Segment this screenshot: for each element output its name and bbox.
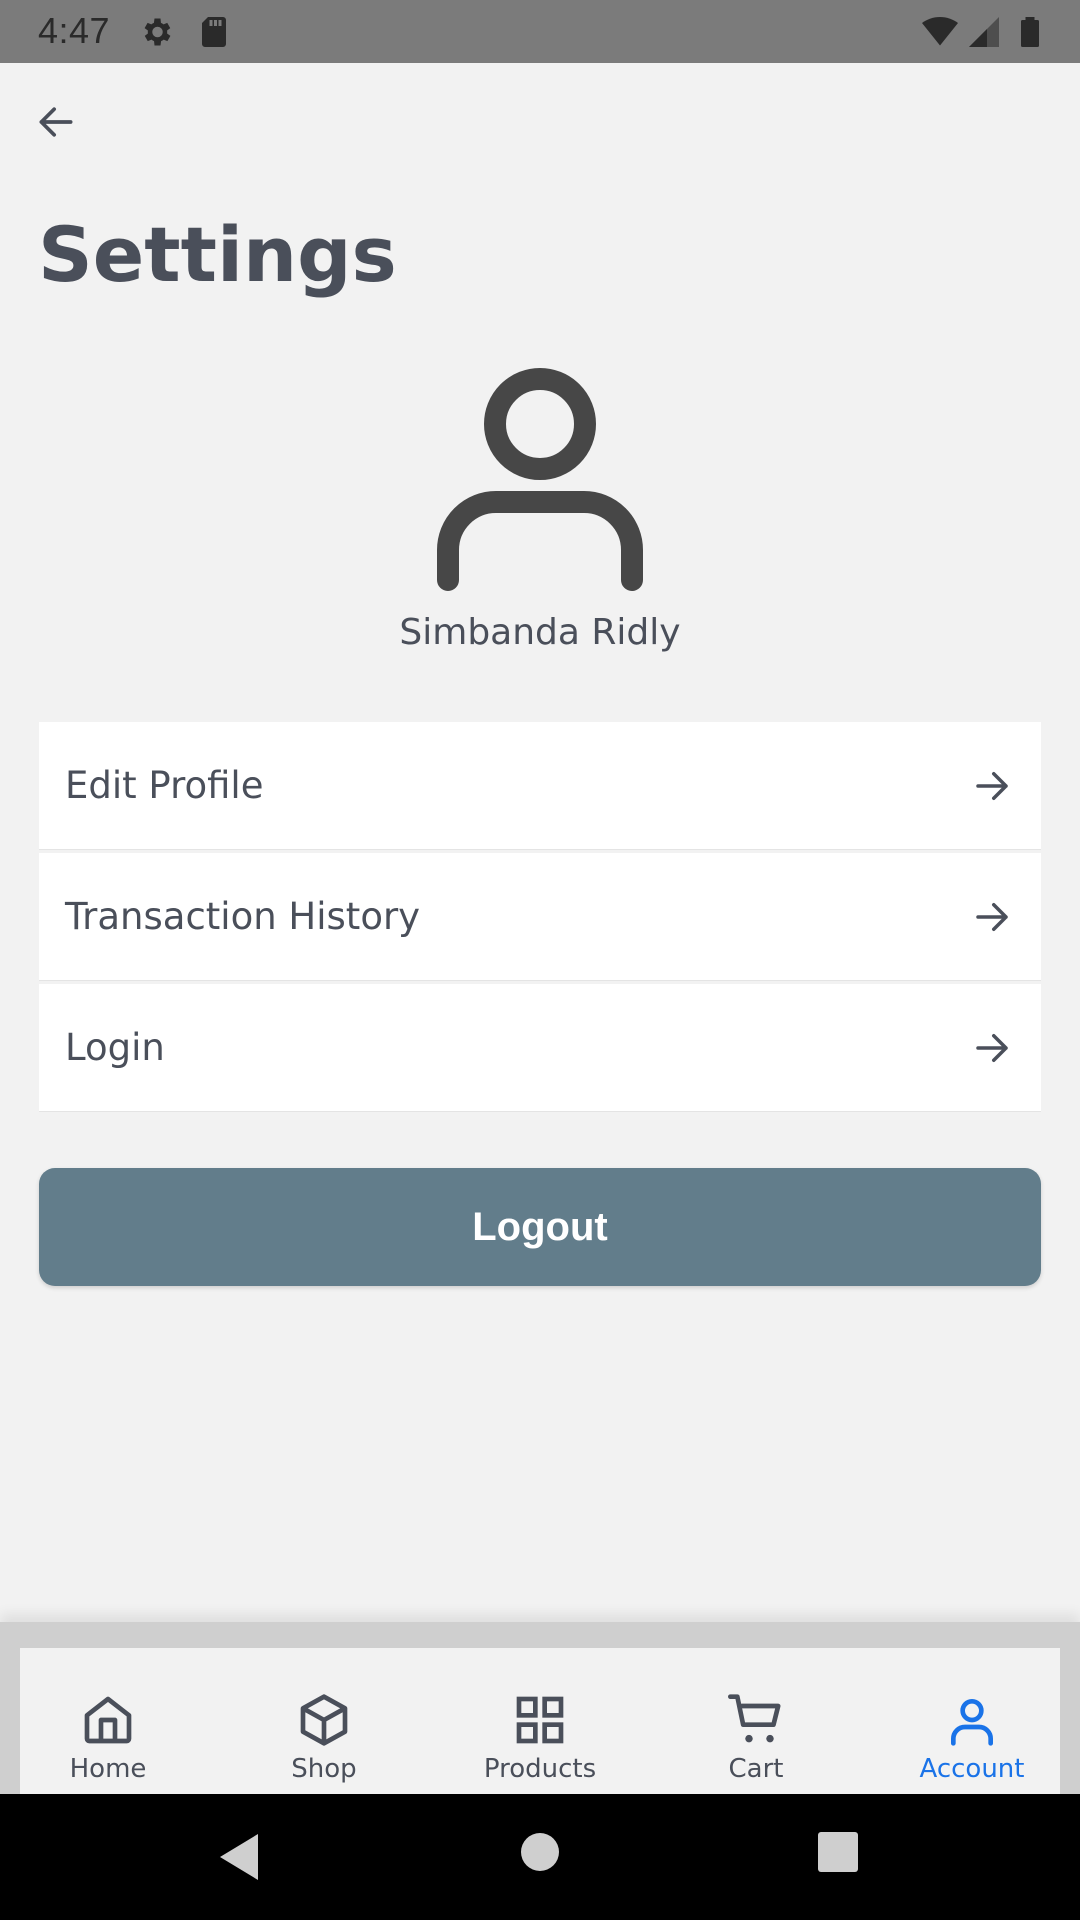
page-title: Settings (38, 210, 397, 299)
home-icon (84, 1696, 132, 1744)
sd-card-icon (202, 17, 226, 47)
menu-item-transaction-history[interactable]: Transaction History (39, 853, 1041, 981)
signal-icon (969, 17, 999, 47)
nav-label: Home (69, 1754, 147, 1784)
grid-icon (516, 1696, 564, 1744)
nav-label: Account (919, 1754, 1025, 1784)
back-triangle-icon[interactable] (216, 1832, 260, 1882)
menu-item-login[interactable]: Login (39, 984, 1041, 1112)
menu-item-label: Login (65, 1026, 165, 1069)
arrow-right-icon (976, 902, 1008, 931)
back-button[interactable] (28, 94, 84, 150)
recents-square-icon[interactable] (818, 1832, 858, 1872)
nav-item-cart[interactable]: Cart (666, 1692, 846, 1784)
cart-icon (728, 1694, 781, 1743)
nav-item-home[interactable]: Home (18, 1692, 198, 1784)
status-time: 4:47 (38, 10, 111, 51)
home-circle-icon[interactable] (520, 1832, 560, 1872)
nav-label: Products (483, 1754, 597, 1784)
nav-label: Shop (291, 1754, 357, 1784)
bottom-navigation-bar: Home Shop Products Cart Account (20, 1648, 1060, 1794)
menu-item-label: Transaction History (65, 895, 421, 938)
bottom-navigation: Home Shop Products Cart Account (0, 1622, 1080, 1794)
person-icon (437, 368, 643, 591)
user-name: Simbanda Ridly (399, 612, 681, 653)
system-navigation-bar (0, 1794, 1080, 1920)
arrow-right-icon (976, 771, 1008, 800)
wifi-icon (922, 17, 958, 46)
settings-menu: Edit Profile Transaction History Login (39, 722, 1041, 1115)
person-icon (951, 1699, 993, 1746)
menu-item-label: Edit Profile (65, 764, 264, 807)
box-icon (300, 1694, 348, 1746)
gear-icon (144, 18, 171, 46)
nav-item-account[interactable]: Account (882, 1692, 1062, 1784)
arrow-left-icon (39, 107, 73, 137)
nav-item-shop[interactable]: Shop (234, 1692, 414, 1784)
status-bar: 4:47 (0, 0, 1080, 63)
menu-item-edit-profile[interactable]: Edit Profile (39, 722, 1041, 850)
battery-icon (1021, 17, 1039, 47)
nav-label: Cart (728, 1754, 784, 1784)
arrow-right-icon (976, 1033, 1008, 1062)
nav-item-products[interactable]: Products (450, 1692, 630, 1784)
logout-button[interactable]: Logout (39, 1168, 1041, 1286)
avatar (436, 362, 644, 592)
